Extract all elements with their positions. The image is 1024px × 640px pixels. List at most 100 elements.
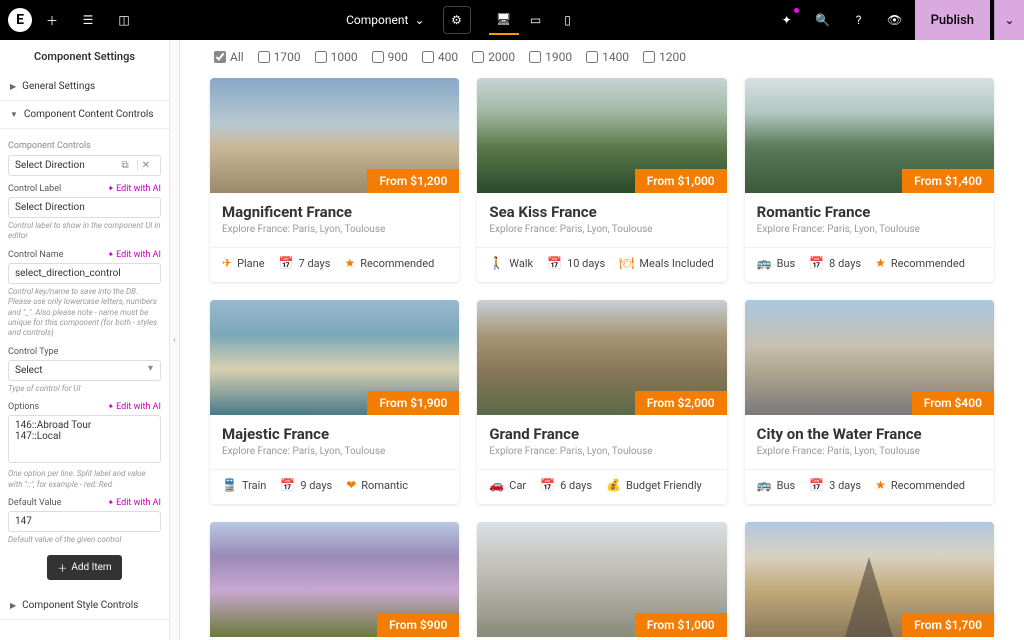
meta-duration: 📅6 days <box>540 478 592 492</box>
copy-icon[interactable]: ⧉ <box>117 160 132 171</box>
logo-icon[interactable]: E <box>8 8 32 32</box>
edit-ai-link[interactable]: Edit with AI <box>107 402 161 412</box>
settings-sliders-icon[interactable]: ☰ <box>72 4 104 36</box>
layers-icon[interactable]: ◫ <box>108 4 140 36</box>
filter-label: 1900 <box>545 50 572 64</box>
filter-label: 900 <box>388 50 408 64</box>
filter-400[interactable]: 400 <box>422 50 458 64</box>
close-icon[interactable]: ✕ <box>137 160 154 171</box>
card-image: From $2,000 <box>477 300 726 415</box>
card-image: From $900 <box>210 522 459 637</box>
section-general-settings[interactable]: General Settings <box>0 73 169 101</box>
filter-all[interactable]: All <box>214 50 244 64</box>
filter-1400[interactable]: 1400 <box>586 50 629 64</box>
tag-icon: ★ <box>875 478 886 492</box>
meta-duration: 📅7 days <box>279 256 331 270</box>
options-textarea[interactable]: 146::Abroad Tour 147::Local <box>8 415 161 463</box>
control-name-hint: Control key/name to save into the DB. Pl… <box>8 287 161 339</box>
filter-checkbox[interactable] <box>422 51 434 63</box>
meta-tag: ★Recommended <box>875 256 965 270</box>
add-item-button[interactable]: ＋ Add Item <box>47 555 121 580</box>
edit-ai-link[interactable]: Edit with AI <box>107 250 161 260</box>
filter-label: 1400 <box>602 50 629 64</box>
device-tablet-icon[interactable]: ▭ <box>521 5 551 35</box>
filter-checkbox[interactable] <box>315 51 327 63</box>
tour-card[interactable]: From $1,000Sea Kiss FranceExplore France… <box>477 78 726 282</box>
section-content-controls[interactable]: Component Content Controls <box>0 101 169 129</box>
meta-tag: 🍽Meals Included <box>619 256 714 270</box>
price-filters: All 1700 1000 900 400 2000 1900 1400 1200 <box>210 50 994 64</box>
meta-duration: 📅3 days <box>809 478 861 492</box>
filter-1700[interactable]: 1700 <box>258 50 301 64</box>
filter-1200[interactable]: 1200 <box>643 50 686 64</box>
publish-button[interactable]: Publish <box>915 0 990 40</box>
edit-ai-link[interactable]: Edit with AI <box>107 184 161 194</box>
price-tag: From $1,000 <box>635 169 727 193</box>
tag-icon: ❤ <box>346 478 356 492</box>
card-body: Magnificent France Explore France: Paris,… <box>210 193 459 247</box>
publish-caret[interactable]: ⌄ <box>994 0 1024 40</box>
filter-checkbox[interactable] <box>214 51 226 63</box>
filter-900[interactable]: 900 <box>372 50 408 64</box>
filter-checkbox[interactable] <box>372 51 384 63</box>
tour-card[interactable]: From $1,700French AutumnExplore France: … <box>745 522 994 640</box>
control-name-input[interactable] <box>8 263 161 284</box>
search-icon[interactable]: 🔍 <box>807 4 839 36</box>
edit-ai-link[interactable]: Edit with AI <box>107 498 161 508</box>
content-controls-body: Component Controls Select Direction ⧉ ✕ … <box>0 129 169 592</box>
card-title: City on the Water France <box>757 425 982 443</box>
gear-icon[interactable]: ⚙ <box>443 6 471 34</box>
meta-duration: 📅10 days <box>547 256 605 270</box>
main: Component Settings General Settings Comp… <box>0 40 1024 640</box>
card-body: Majestic FranceExplore France: Paris, Ly… <box>210 415 459 469</box>
filter-checkbox[interactable] <box>586 51 598 63</box>
card-subtitle: Explore France: Paris, Lyon, Toulouse <box>222 224 447 235</box>
control-label-input[interactable] <box>8 197 161 218</box>
sidebar-title: Component Settings <box>0 40 169 73</box>
calendar-icon: 📅 <box>809 256 824 270</box>
add-icon[interactable]: ＋ <box>36 4 68 36</box>
topbar: E ＋ ☰ ◫ Component ⌄ ⚙ 🖥 ▭ ▯ ✦ 🔍 ? 👁 Publ… <box>0 0 1024 40</box>
component-dropdown[interactable]: Component ⌄ <box>336 9 434 31</box>
control-type-select[interactable] <box>8 360 161 381</box>
tour-card[interactable]: From $400City on the Water FranceExplore… <box>745 300 994 504</box>
default-value-label: Default Value <box>8 498 61 508</box>
preview-eye-icon[interactable]: 👁 <box>879 4 911 36</box>
filter-checkbox[interactable] <box>643 51 655 63</box>
calendar-icon: 📅 <box>540 478 555 492</box>
plus-icon: ＋ <box>57 560 67 575</box>
tour-card[interactable]: From $1,400Romantic FranceExplore France… <box>745 78 994 282</box>
sidebar-collapse-handle[interactable]: ‹ <box>170 40 180 640</box>
filter-checkbox[interactable] <box>472 51 484 63</box>
filter-1000[interactable]: 1000 <box>315 50 358 64</box>
control-item-select-direction[interactable]: Select Direction ⧉ ✕ <box>8 155 161 176</box>
filter-1900[interactable]: 1900 <box>529 50 572 64</box>
tour-card[interactable]: From $2,000Grand FranceExplore France: P… <box>477 300 726 504</box>
transport-icon: 🚗 <box>489 478 504 492</box>
filter-checkbox[interactable] <box>529 51 541 63</box>
tour-card[interactable]: From $900Blue Lagune FranceExplore Franc… <box>210 522 459 640</box>
tour-card[interactable]: From $1,000Fog Town FranceExplore France… <box>477 522 726 640</box>
calendar-icon: 📅 <box>547 256 562 270</box>
card-meta: 🚌Bus📅8 days★Recommended <box>745 247 994 282</box>
device-mobile-icon[interactable]: ▯ <box>553 5 583 35</box>
card-meta: 🚶Walk📅10 days🍽Meals Included <box>477 247 726 282</box>
section-style-controls[interactable]: Component Style Controls <box>0 592 169 620</box>
filter-2000[interactable]: 2000 <box>472 50 515 64</box>
card-title: Magnificent France <box>222 203 447 221</box>
filter-checkbox[interactable] <box>258 51 270 63</box>
card-subtitle: Explore France: Paris, Lyon, Toulouse <box>489 224 714 235</box>
default-value-hint: Default value of the given control <box>8 535 161 545</box>
default-value-input[interactable] <box>8 511 161 532</box>
meta-transport: 🚌Bus <box>757 478 796 492</box>
price-tag: From $1,200 <box>367 169 459 193</box>
help-icon[interactable]: ? <box>843 4 875 36</box>
card-body: Grand FranceExplore France: Paris, Lyon,… <box>477 415 726 469</box>
tour-card[interactable]: From $1,900Majestic FranceExplore France… <box>210 300 459 504</box>
tour-card[interactable]: From $1,200 Magnificent France Explore Fra… <box>210 78 459 282</box>
price-tag: From $900 <box>377 613 459 637</box>
device-desktop-icon[interactable]: 🖥 <box>489 5 519 35</box>
sparkle-icon[interactable]: ✦ <box>771 4 803 36</box>
card-image: From $1,700 <box>745 522 994 637</box>
price-tag: From $2,000 <box>635 391 727 415</box>
